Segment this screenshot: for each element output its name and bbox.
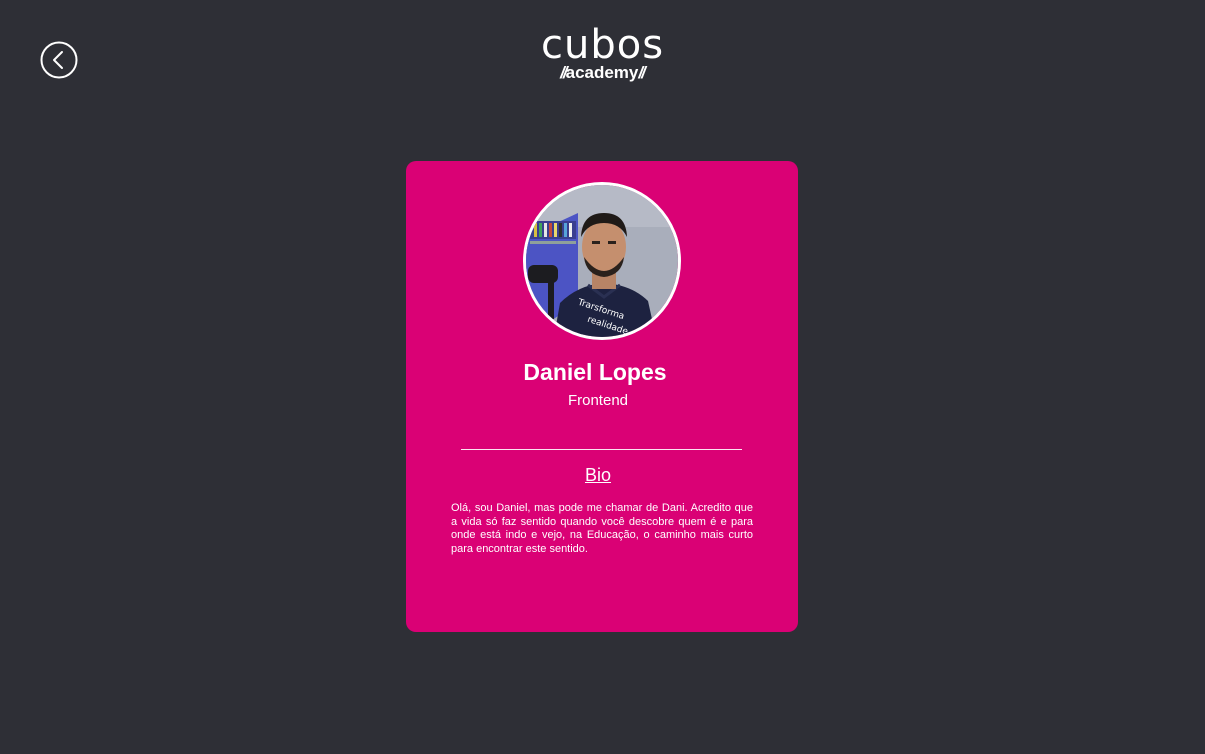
avatar: Trarsforma realidade <box>523 182 681 340</box>
profile-photo: Trarsforma realidade <box>526 185 678 337</box>
cubos-academy-logo: cubos //academy// <box>541 22 665 83</box>
profile-card: Trarsforma realidade Daniel Lopes Fronte… <box>406 161 798 632</box>
logo-academy: academy <box>565 63 639 82</box>
bio-text: Olá, sou Daniel, mas pode me chamar de D… <box>451 502 753 555</box>
logo-slashes-right: // <box>638 63 646 82</box>
profile-role: Frontend <box>567 392 629 409</box>
divider <box>461 449 742 450</box>
back-button[interactable] <box>40 41 78 79</box>
profile-name: Daniel Lopes <box>523 359 667 385</box>
chevron-left-circle-icon <box>40 41 78 79</box>
logo-word: cubos <box>541 22 665 68</box>
bio-title: Bio <box>584 465 611 485</box>
